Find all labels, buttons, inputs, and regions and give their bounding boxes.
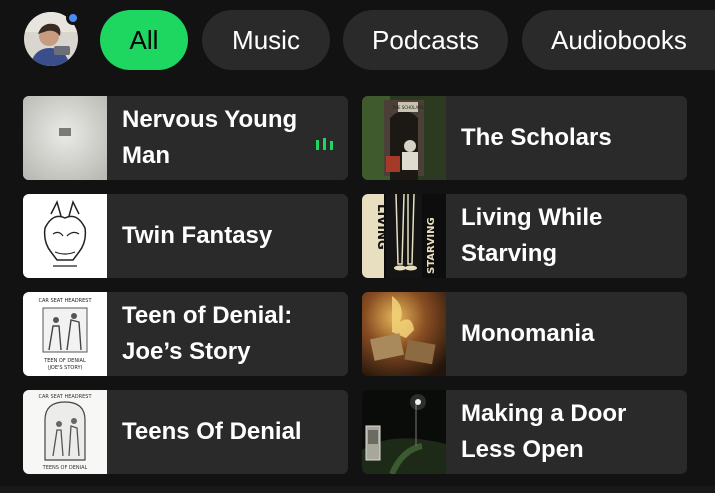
shortcut-card-making-a-door-less-open[interactable]: Making a Door Less Open [362, 390, 687, 474]
filter-chip-audiobooks[interactable]: Audiobooks [522, 10, 715, 70]
shortcut-card-teens-of-denial[interactable]: CAR SEAT HEADREST TEENS OF DENIAL Teens … [23, 390, 348, 474]
twin-fantasy-cover-icon [23, 194, 107, 278]
shortcut-title: Twin Fantasy [122, 222, 273, 249]
living-while-starving-cover-icon: LIVING STARVING [362, 194, 446, 278]
shortcut-card-teen-of-denial-joes-story[interactable]: CAR SEAT HEADREST TEEN OF DENIAL (JOE'S … [23, 292, 348, 376]
cshh-cover-text-2: CAR SEAT HEADREST [38, 394, 92, 400]
tod-cover-text: TEENS OF DENIAL [42, 465, 88, 471]
monomania-cover-icon [362, 292, 446, 376]
shortcut-title: The Scholars [461, 124, 612, 151]
filter-chip-podcasts[interactable]: Podcasts [343, 10, 508, 70]
shortcut-card-monomania[interactable]: Monomania [362, 292, 687, 376]
tod-joe-cover-text: TEEN OF DENIAL [43, 358, 86, 364]
now-playing-equalizer-icon [316, 138, 333, 150]
shortcut-title: Living While Starving [461, 204, 603, 267]
teen-of-denial-joes-story-cover-icon: CAR SEAT HEADREST TEEN OF DENIAL (JOE'S … [23, 292, 107, 376]
tod-joe-cover-subtext: (JOE'S STORY) [48, 365, 83, 371]
nervous-young-man-cover-icon [23, 96, 107, 180]
shortcut-title: Monomania [461, 320, 595, 347]
filter-chip-all[interactable]: All [100, 10, 188, 70]
shortcut-card-twin-fantasy[interactable]: Twin Fantasy [23, 194, 348, 278]
the-scholars-cover-icon: THE SCHOLARS [362, 96, 446, 180]
filter-chip-music[interactable]: Music [202, 10, 330, 70]
scholars-cover-text: THE SCHOLARS [391, 105, 424, 110]
shortcut-title: Nervous Young Man [122, 106, 298, 169]
shortcut-title: Making a Door Less Open [461, 400, 627, 463]
shortcut-card-nervous-young-man[interactable]: Nervous Young Man [23, 96, 348, 180]
shortcut-card-living-while-starving[interactable]: LIVING STARVING Living While Starving [362, 194, 687, 278]
notification-dot [66, 11, 80, 25]
shortcut-title: Teen of Denial: Joe’s Story [122, 302, 293, 365]
making-a-door-less-open-cover-icon [362, 390, 446, 474]
bottom-edge [0, 486, 715, 493]
shortcut-card-the-scholars[interactable]: THE SCHOLARS The Scholars [362, 96, 687, 180]
lws-cover-text-right: STARVING [426, 217, 437, 274]
profile-avatar-button[interactable] [24, 11, 80, 66]
shortcut-title: Teens Of Denial [122, 418, 302, 445]
cshh-cover-text: CAR SEAT HEADREST [38, 298, 92, 304]
teens-of-denial-cover-icon: CAR SEAT HEADREST TEENS OF DENIAL [23, 390, 107, 474]
top-bar: All Music Podcasts Audiobooks [0, 0, 715, 80]
